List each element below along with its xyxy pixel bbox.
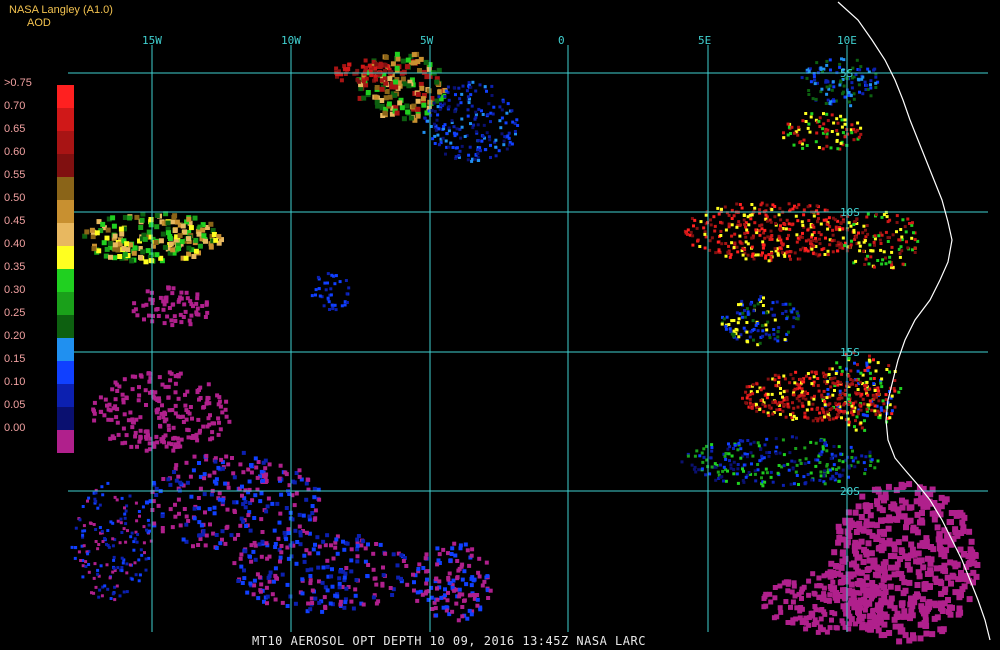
legend-tick-label: 0.25 xyxy=(4,307,26,319)
longitude-label: 5W xyxy=(420,34,434,47)
legend-swatch xyxy=(57,430,74,453)
legend-tick-label: 0.10 xyxy=(4,376,26,388)
latitude-label: 15S xyxy=(840,346,860,359)
legend-swatch xyxy=(57,292,74,315)
legend-tick-label: 0.30 xyxy=(4,284,26,296)
legend-tick-label: 0.50 xyxy=(4,192,26,204)
aod-map xyxy=(57,1,991,645)
legend-swatch xyxy=(57,407,74,430)
legend-swatch xyxy=(57,108,74,131)
map-caption: MT10 AEROSOL OPT DEPTH 10 09, 2016 13:45… xyxy=(252,634,646,648)
longitude-label: 0 xyxy=(558,34,565,47)
legend-swatch xyxy=(57,361,74,384)
legend-tick-label: 0.15 xyxy=(4,353,26,365)
aod-color-legend xyxy=(57,85,74,453)
longitude-label: 5E xyxy=(698,34,712,47)
legend-tick-label: 0.70 xyxy=(4,100,26,112)
legend-tick-label: 0.60 xyxy=(4,146,26,158)
legend-tick-label: 0.55 xyxy=(4,169,26,181)
legend-tick-label: 0.05 xyxy=(4,399,26,411)
legend-tick-label: 0.20 xyxy=(4,330,26,342)
legend-swatch xyxy=(57,246,74,269)
legend-swatch xyxy=(57,85,74,108)
longitude-label: 15W xyxy=(142,34,162,47)
legend-swatch xyxy=(57,200,74,223)
legend-swatch xyxy=(57,177,74,200)
longitude-label: 10W xyxy=(281,34,301,47)
legend-swatch xyxy=(57,315,74,338)
legend-swatch xyxy=(57,384,74,407)
legend-tick-label: 0.45 xyxy=(4,215,26,227)
legend-tick-label: 0.40 xyxy=(4,238,26,250)
latitude-label: 10S xyxy=(840,206,860,219)
legend-swatch xyxy=(57,338,74,361)
latitude-label: 20S xyxy=(840,485,860,498)
map-viewer: NASA Langley (A1.0) AOD >0.75 0.70 0.65 0.6… xyxy=(0,0,1000,650)
product-label: AOD xyxy=(27,17,51,29)
legend-tick-label: 0.35 xyxy=(4,261,26,273)
legend-tick-label: 0.00 xyxy=(4,422,26,434)
longitude-label: 10E xyxy=(837,34,857,47)
latitude-label: 5S xyxy=(840,67,854,80)
legend-swatch xyxy=(57,223,74,246)
legend-swatch xyxy=(57,269,74,292)
legend-tick-label: >0.75 xyxy=(4,77,32,89)
legend-tick-label: 0.65 xyxy=(4,123,26,135)
legend-swatch xyxy=(57,131,74,154)
legend-swatch xyxy=(57,154,74,177)
data-source-label: NASA Langley (A1.0) xyxy=(9,4,113,16)
